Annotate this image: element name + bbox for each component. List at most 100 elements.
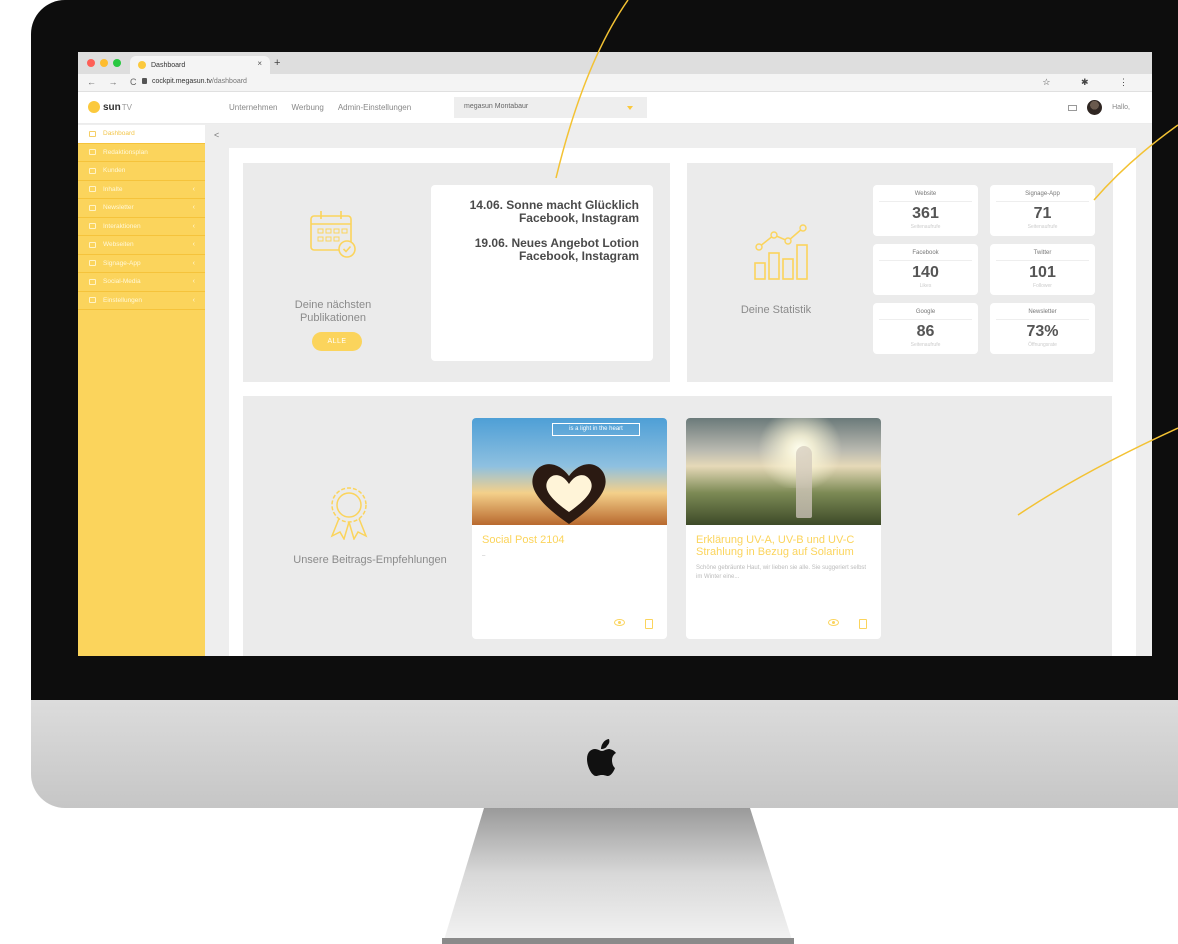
post-excerpt: Schöne gebräunte Haut, wir lieben sie al…: [696, 565, 867, 580]
screen: Dashboard × + ← → C cockpit.megasun.tv/d…: [78, 52, 1152, 656]
avatar[interactable]: [1087, 100, 1103, 115]
nav-unternehmen[interactable]: Unternehmen: [229, 103, 277, 112]
sidebar-collapse-button[interactable]: <: [214, 130, 219, 140]
stat-label: Website: [879, 191, 972, 202]
sidebar-item-signage-app[interactable]: Signage-App ‹: [78, 255, 205, 273]
chevron-down-icon: [627, 106, 633, 110]
award-badge-icon: [330, 487, 368, 540]
sidebar-item-einstellungen[interactable]: Einstellungen ‹: [78, 292, 205, 310]
minimize-window-button[interactable]: [100, 59, 108, 67]
chevron-left-icon: ‹: [192, 204, 195, 211]
post-card[interactable]: Erklärung UV-A, UV-B und UV-C Strahlung …: [686, 418, 881, 639]
stat-label: Twitter: [996, 250, 1089, 261]
sun-logo-icon: [88, 101, 100, 113]
main-content: Deine nächsten Publikationen ALLE 14.06.…: [229, 148, 1136, 656]
sidebar-item-newsletter[interactable]: Newsletter ‹: [78, 199, 205, 218]
stat-card-newsletter[interactable]: Newsletter 73% Öffnungsrate: [990, 303, 1095, 354]
sidebar-item-label: Einstellungen: [103, 296, 143, 304]
stat-card-twitter[interactable]: Twitter 101 Follower: [990, 244, 1095, 295]
stat-card-website[interactable]: Website 361 Seitenaufrufe: [873, 185, 978, 236]
person-silhouette-image: [796, 446, 812, 518]
nav-admin-einstellungen[interactable]: Admin-Einstellungen: [338, 103, 411, 112]
tab-close-icon[interactable]: ×: [257, 59, 262, 68]
publications-caption-line1: Deine nächsten: [294, 299, 372, 311]
publication-channels: Facebook, Instagram: [518, 211, 639, 225]
url-path: /dashboard: [211, 78, 247, 85]
stat-sublabel: Seitenaufrufe: [1027, 224, 1058, 230]
publication-entry[interactable]: 19.06. Neues Angebot Lotion Facebook, In…: [445, 237, 639, 263]
stat-value: 101: [1029, 264, 1056, 281]
logo-suffix: TV: [121, 102, 133, 112]
publication-entry[interactable]: 14.06. Sonne macht Glücklich Facebook, I…: [445, 199, 639, 225]
stat-label: Signage-App: [996, 191, 1089, 202]
stat-card-signage-app[interactable]: Signage-App 71 Seitenaufrufe: [990, 185, 1095, 236]
sidebar-item-interaktionen[interactable]: Interaktionen ‹: [78, 218, 205, 236]
apple-logo-icon: [587, 739, 616, 776]
stat-sublabel: Seitenaufrufe: [910, 342, 941, 348]
sidebar-item-inhalte[interactable]: Inhalte ‹: [78, 181, 205, 199]
eye-icon[interactable]: [828, 619, 839, 626]
browser-icon: [89, 241, 96, 248]
edit-icon[interactable]: [859, 619, 867, 629]
lock-icon: [142, 78, 147, 84]
chevron-left-icon: ‹: [192, 278, 195, 285]
user-icon: [89, 167, 96, 174]
company-select[interactable]: megasun Montabaur: [454, 97, 647, 118]
stat-card-google[interactable]: Google 86 Seitenaufrufe: [873, 303, 978, 354]
sidebar-item-webseiten[interactable]: Webseiten ‹: [78, 236, 205, 255]
stat-sublabel: Likes: [919, 283, 932, 289]
header-user-area: Hallo,: [1068, 100, 1130, 115]
logo-text: sun: [103, 101, 121, 113]
stat-card-facebook[interactable]: Facebook 140 Likes: [873, 244, 978, 295]
sidebar-item-label: Kunden: [103, 167, 126, 175]
close-window-button[interactable]: [87, 59, 95, 67]
browser-nav-buttons[interactable]: ← → C: [87, 77, 142, 87]
window-controls: [87, 59, 121, 67]
sidebar-item-label: Social-Media: [103, 278, 141, 286]
publication-channels: Facebook, Instagram: [518, 249, 639, 263]
url-field[interactable]: cockpit.megasun.tv/dashboard: [142, 78, 247, 85]
favicon-icon: [138, 61, 146, 69]
app-header: sun TV Unternehmen Werbung Admin-Einstel…: [78, 92, 1152, 124]
logo[interactable]: sun TV: [88, 101, 132, 113]
home-icon: [89, 130, 96, 137]
chevron-left-icon: ‹: [192, 259, 195, 267]
company-select-value: megasun Montabaur: [464, 103, 529, 110]
edit-icon[interactable]: [645, 619, 653, 629]
stat-label: Facebook: [879, 250, 972, 261]
sidebar-item-dashboard[interactable]: Dashboard: [78, 125, 205, 144]
stat-sublabel: Öffnungsrate: [1028, 342, 1057, 348]
layers-icon: [89, 186, 96, 193]
new-tab-button[interactable]: +: [274, 57, 280, 69]
statistics-caption: Deine Statistik: [740, 304, 812, 316]
sidebar-item-label: Newsletter: [103, 204, 134, 212]
publications-caption-line2: Publikationen: [299, 312, 367, 324]
sidebar-item-label: Dashboard: [103, 130, 135, 138]
browser-toolbar-icons[interactable]: ☆ ✱ ⋮: [1042, 77, 1142, 88]
post-title: Erklärung UV-A, UV-B und UV-C Strahlung …: [696, 534, 855, 558]
statistics-panel: Deine Statistik Website 361 Seitenaufruf…: [687, 163, 1113, 382]
imac-stand: [442, 808, 794, 944]
browser-tab[interactable]: Dashboard ×: [130, 56, 270, 74]
sidebar-item-label: Redaktionsplan: [103, 148, 148, 156]
post-card[interactable]: is a light in the heart Social Post 2104…: [472, 418, 667, 639]
sidebar-item-label: Inhalte: [103, 185, 123, 193]
maximize-window-button[interactable]: [113, 59, 121, 67]
publications-caption: Deine nächsten Publikationen: [273, 299, 393, 325]
sidebar-item-kunden[interactable]: Kunden: [78, 162, 205, 181]
eye-icon[interactable]: [614, 619, 625, 626]
image-banner-text: is a light in the heart: [552, 423, 640, 436]
statistics-chart-icon: [754, 224, 808, 280]
sidebar-item-social-media[interactable]: Social-Media ‹: [78, 273, 205, 292]
sidebar-item-redaktionsplan[interactable]: Redaktionsplan: [78, 144, 205, 162]
mail-icon[interactable]: [1068, 104, 1078, 111]
top-navigation: Unternehmen Werbung Admin-Einstellungen: [229, 103, 411, 112]
stat-sublabel: Seitenaufrufe: [910, 224, 941, 230]
post-excerpt: –: [482, 553, 486, 559]
nav-werbung[interactable]: Werbung: [291, 103, 323, 112]
statistics-grid: Website 361 Seitenaufrufe Signage-App 71…: [873, 185, 1099, 354]
all-publications-button[interactable]: ALLE: [312, 332, 362, 351]
chevron-left-icon: ‹: [192, 296, 195, 304]
publications-list: 14.06. Sonne macht Glücklich Facebook, I…: [431, 185, 653, 361]
heart-hands-image: [532, 464, 606, 524]
